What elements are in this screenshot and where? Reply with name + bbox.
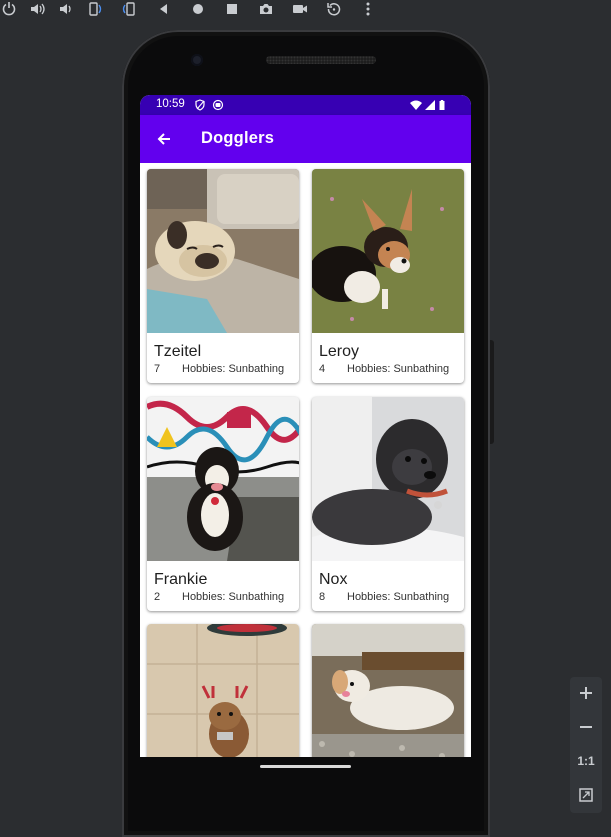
shield-icon xyxy=(195,99,205,111)
dog-hobbies: Hobbies: Sunbathing xyxy=(182,363,285,375)
status-bar: 10:59 xyxy=(140,95,471,115)
battery-icon xyxy=(439,100,445,110)
dog-photo xyxy=(147,624,299,757)
volume-up-icon[interactable] xyxy=(28,0,46,18)
device-side-button xyxy=(490,340,494,444)
dog-card[interactable]: Nox 8 Hobbies: Sunbathing xyxy=(312,397,464,611)
zoom-controls: 1:1 xyxy=(570,677,602,813)
dog-photo xyxy=(312,169,464,333)
zoom-actual-size-button[interactable]: 1:1 xyxy=(570,745,602,777)
overview-icon[interactable] xyxy=(223,0,241,18)
front-camera xyxy=(191,54,203,66)
dog-photo xyxy=(147,169,299,333)
dog-name: Frankie xyxy=(154,571,208,588)
rotate-right-icon[interactable] xyxy=(120,0,138,18)
dog-card[interactable] xyxy=(312,624,464,757)
earpiece-speaker xyxy=(266,56,376,64)
home-icon[interactable] xyxy=(189,0,207,18)
gesture-nav-handle[interactable] xyxy=(260,765,351,768)
dog-age: 2 xyxy=(154,591,161,603)
dog-card[interactable]: Frankie 2 Hobbies: Sunbathing xyxy=(147,397,299,611)
dog-card[interactable] xyxy=(147,624,299,757)
dog-card[interactable]: Tzeitel 7 Hobbies: Sunbathing xyxy=(147,169,299,383)
zoom-in-icon[interactable] xyxy=(570,677,602,709)
more-icon[interactable] xyxy=(359,0,377,18)
dog-hobbies: Hobbies: Sunbathing xyxy=(347,591,450,603)
replay-icon[interactable] xyxy=(325,0,343,18)
dog-hobbies: Hobbies: Sunbathing xyxy=(347,363,450,375)
sync-icon xyxy=(212,99,224,111)
dog-photo xyxy=(312,397,464,561)
device-screen: 10:59 Dogglers Tzeitel 7 Hobbies: Sunbat… xyxy=(140,95,471,757)
zoom-out-icon[interactable] xyxy=(570,711,602,743)
volume-down-icon[interactable] xyxy=(56,0,74,18)
dog-age: 4 xyxy=(319,363,326,375)
page-title: Dogglers xyxy=(201,129,275,147)
dog-grid[interactable]: Tzeitel 7 Hobbies: Sunbathing Leroy 4 Ho… xyxy=(140,163,471,757)
dog-photo xyxy=(312,624,464,757)
wifi-icon xyxy=(410,100,422,110)
emulator-toolbar xyxy=(0,0,611,18)
video-icon[interactable] xyxy=(291,0,309,18)
dog-name: Nox xyxy=(319,571,348,588)
dog-age: 8 xyxy=(319,591,326,603)
dog-name: Leroy xyxy=(319,343,360,360)
power-icon[interactable] xyxy=(0,0,18,18)
dog-hobbies: Hobbies: Sunbathing xyxy=(182,591,285,603)
rotate-left-icon[interactable] xyxy=(86,0,104,18)
dog-name: Tzeitel xyxy=(154,343,202,360)
app-bar: Dogglers xyxy=(140,115,471,163)
fit-screen-icon[interactable] xyxy=(570,779,602,811)
back-icon[interactable] xyxy=(155,0,173,18)
arrow-back-icon[interactable] xyxy=(148,123,180,155)
camera-icon[interactable] xyxy=(257,0,275,18)
signal-icon xyxy=(425,100,435,110)
dog-photo xyxy=(147,397,299,561)
dog-age: 7 xyxy=(154,363,161,375)
status-time: 10:59 xyxy=(156,98,185,110)
dog-card[interactable]: Leroy 4 Hobbies: Sunbathing xyxy=(312,169,464,383)
